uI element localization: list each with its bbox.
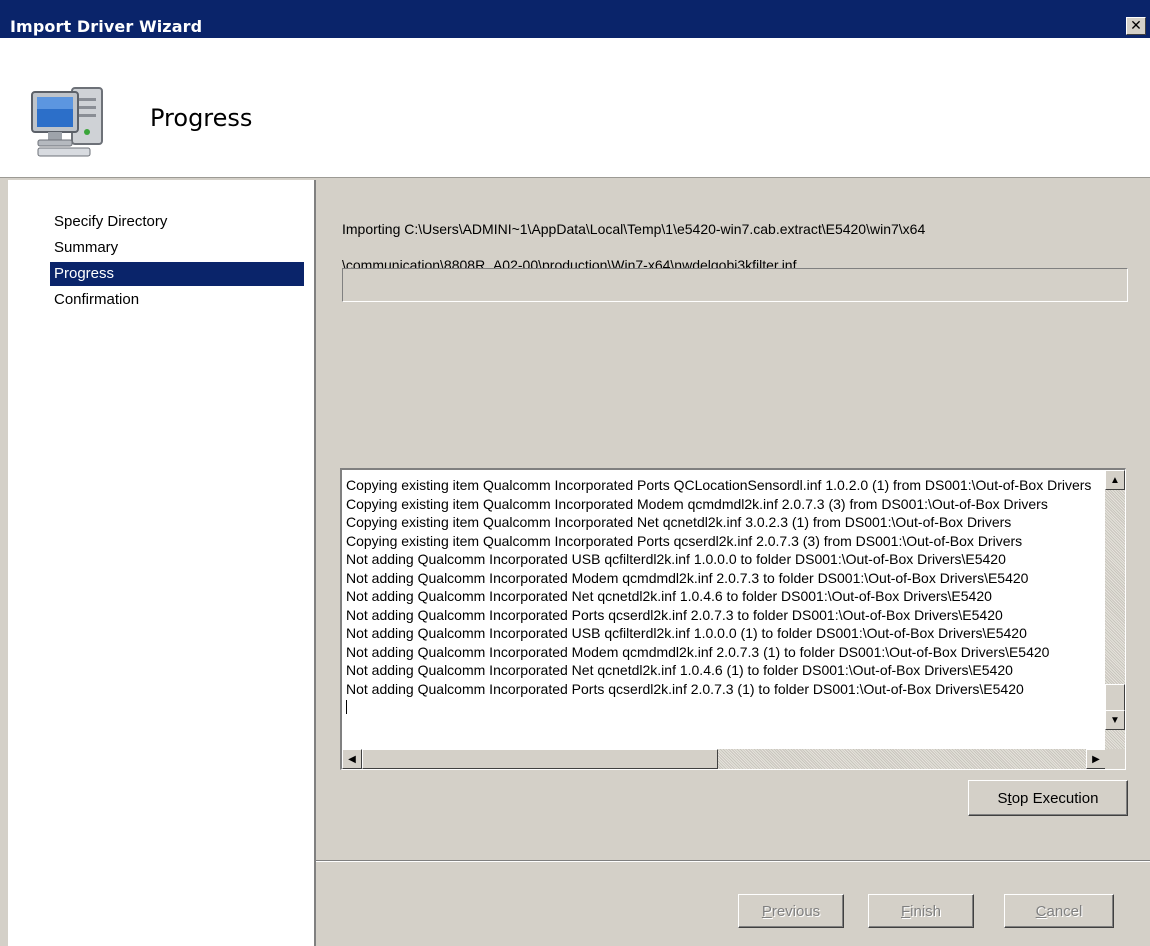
log-line: Not adding Qualcomm Incorporated Modem q…: [346, 643, 1050, 660]
progress-panel: Importing C:\Users\ADMINI~1\AppData\Loca…: [316, 180, 1150, 860]
button-label: inish: [910, 902, 942, 920]
finish-button[interactable]: Finish: [868, 894, 974, 928]
arrow-left-icon: ◀: [348, 753, 356, 765]
title-bar: Import Driver Wizard ✕: [0, 0, 1150, 38]
button-label: ancel: [1046, 902, 1083, 920]
scroll-down-button[interactable]: ▼: [1105, 710, 1125, 730]
accelerator-key: P: [761, 902, 772, 920]
close-button[interactable]: ✕: [1126, 17, 1146, 35]
log-textbox[interactable]: Copying existing item Qualcomm Incorpora…: [340, 468, 1126, 770]
page-title: Progress: [150, 104, 253, 132]
button-label-post: op Execution: [1011, 789, 1099, 807]
log-line: Not adding Qualcomm Incorporated Ports q…: [346, 680, 1024, 697]
log-line: Copying existing item Qualcomm Incorpora…: [346, 532, 1023, 549]
nav-item-confirmation[interactable]: Confirmation: [50, 288, 304, 312]
nav-item-specify-directory[interactable]: Specify Directory: [50, 210, 304, 234]
log-line: Not adding Qualcomm Incorporated Ports q…: [346, 606, 1003, 623]
text-caret: [346, 700, 347, 714]
arrow-right-icon: ▶: [1092, 753, 1100, 765]
wizard-header: Progress: [0, 38, 1150, 178]
horizontal-scrollbar[interactable]: ◀ ▶: [342, 749, 1106, 769]
button-label: revious: [771, 902, 821, 920]
accelerator-key: C: [1035, 902, 1047, 920]
close-icon: ✕: [1130, 18, 1142, 34]
computer-icon: [28, 78, 112, 162]
window-title: Import Driver Wizard: [10, 17, 203, 36]
log-line: Not adding Qualcomm Incorporated Net qcn…: [346, 588, 992, 604]
log-lines: Copying existing item Qualcomm Incorpora…: [346, 476, 1102, 732]
log-line: Copying existing item Qualcomm Incorpora…: [346, 514, 1012, 530]
accelerator-key: F: [900, 902, 911, 920]
nav-item-progress[interactable]: Progress: [50, 262, 304, 286]
arrow-up-icon: ▲: [1110, 474, 1120, 486]
button-label-pre: S: [997, 789, 1008, 807]
wizard-steps-nav: Specify Directory Summary Progress Confi…: [8, 180, 314, 946]
arrow-down-icon: ▼: [1110, 714, 1120, 726]
scroll-up-button[interactable]: ▲: [1105, 470, 1125, 490]
horizontal-scroll-thumb[interactable]: [362, 749, 718, 769]
stop-execution-button[interactable]: St op Execution: [968, 780, 1128, 816]
log-line: Not adding Qualcomm Incorporated USB qcf…: [346, 551, 1006, 567]
nav-item-summary[interactable]: Summary: [50, 236, 304, 260]
log-line: Not adding Qualcomm Incorporated Modem q…: [346, 569, 1029, 586]
progress-bar: [342, 268, 1128, 302]
scroll-left-button[interactable]: ◀: [342, 749, 362, 769]
log-line: Not adding Qualcomm Incorporated USB qcf…: [346, 625, 1027, 641]
status-line: Importing C:\Users\ADMINI~1\AppData\Loca…: [342, 221, 926, 237]
footer-divider: [316, 860, 1150, 862]
scroll-right-button[interactable]: ▶: [1086, 749, 1106, 769]
vertical-scrollbar[interactable]: ▲ ▼: [1105, 470, 1125, 750]
scrollbar-corner: [1105, 749, 1125, 769]
cancel-button[interactable]: Cancel: [1004, 894, 1114, 928]
log-line: Copying existing item Qualcomm Incorpora…: [346, 495, 1048, 512]
log-line: Not adding Qualcomm Incorporated Net qcn…: [346, 662, 1013, 678]
log-line: Copying existing item Qualcomm Incorpora…: [346, 477, 1092, 493]
previous-button[interactable]: Previous: [738, 894, 844, 928]
